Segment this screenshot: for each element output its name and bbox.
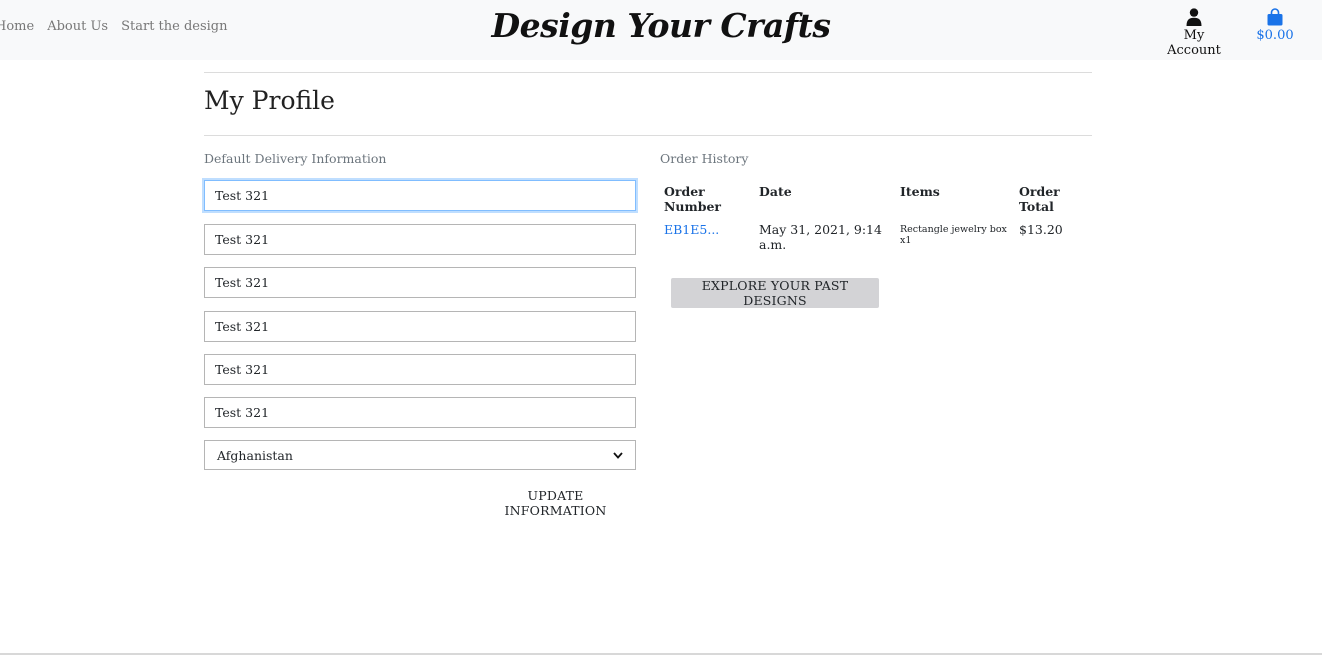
- shopping-bag-icon: [1267, 8, 1283, 26]
- cart-total: $0.00: [1256, 28, 1294, 43]
- my-account-label: My Account: [1167, 28, 1221, 58]
- page-title: My Profile: [204, 86, 335, 115]
- country-select[interactable]: Afghanistan: [204, 440, 636, 470]
- divider-mid: [204, 135, 1092, 136]
- delivery-field-3[interactable]: [204, 267, 636, 298]
- explore-past-designs-button[interactable]: EXPLORE YOUR PAST DESIGNS: [671, 278, 879, 308]
- order-items: Rectangle jewelry box x1: [900, 224, 1007, 246]
- divider-top: [204, 72, 1092, 73]
- order-number-link[interactable]: EB1E5...: [664, 222, 719, 237]
- col-order-total: Order Total: [1019, 184, 1060, 214]
- delivery-field-5[interactable]: [204, 354, 636, 385]
- update-information-button[interactable]: UPDATE INFORMATION: [478, 488, 633, 518]
- col-items: Items: [900, 184, 940, 199]
- cart-link[interactable]: $0.00: [1256, 8, 1294, 43]
- delivery-field-1[interactable]: [204, 180, 636, 211]
- chevron-down-icon: [613, 451, 623, 459]
- order-date: May 31, 2021, 9:14 a.m.: [759, 222, 882, 252]
- delivery-info-label: Default Delivery Information: [204, 151, 387, 166]
- user-icon: [1186, 8, 1202, 26]
- order-history-table: Order Number Date Items Order Total EB1E…: [660, 180, 1092, 256]
- table-row: EB1E5... May 31, 2021, 9:14 a.m. Rectang…: [660, 218, 1092, 256]
- delivery-field-6[interactable]: [204, 397, 636, 428]
- order-total: $13.20: [1019, 222, 1063, 237]
- site-logo[interactable]: Design Your Crafts: [0, 6, 1322, 45]
- my-account-link[interactable]: My Account: [1158, 8, 1230, 58]
- country-selected-value: Afghanistan: [217, 447, 293, 463]
- top-header: Home About Us Start the design Design Yo…: [0, 0, 1322, 60]
- col-date: Date: [759, 184, 792, 199]
- delivery-field-4[interactable]: [204, 311, 636, 342]
- delivery-field-2[interactable]: [204, 224, 636, 255]
- order-history-label: Order History: [660, 151, 749, 166]
- table-header-row: Order Number Date Items Order Total: [660, 180, 1092, 218]
- col-order-number: Order Number: [664, 184, 722, 214]
